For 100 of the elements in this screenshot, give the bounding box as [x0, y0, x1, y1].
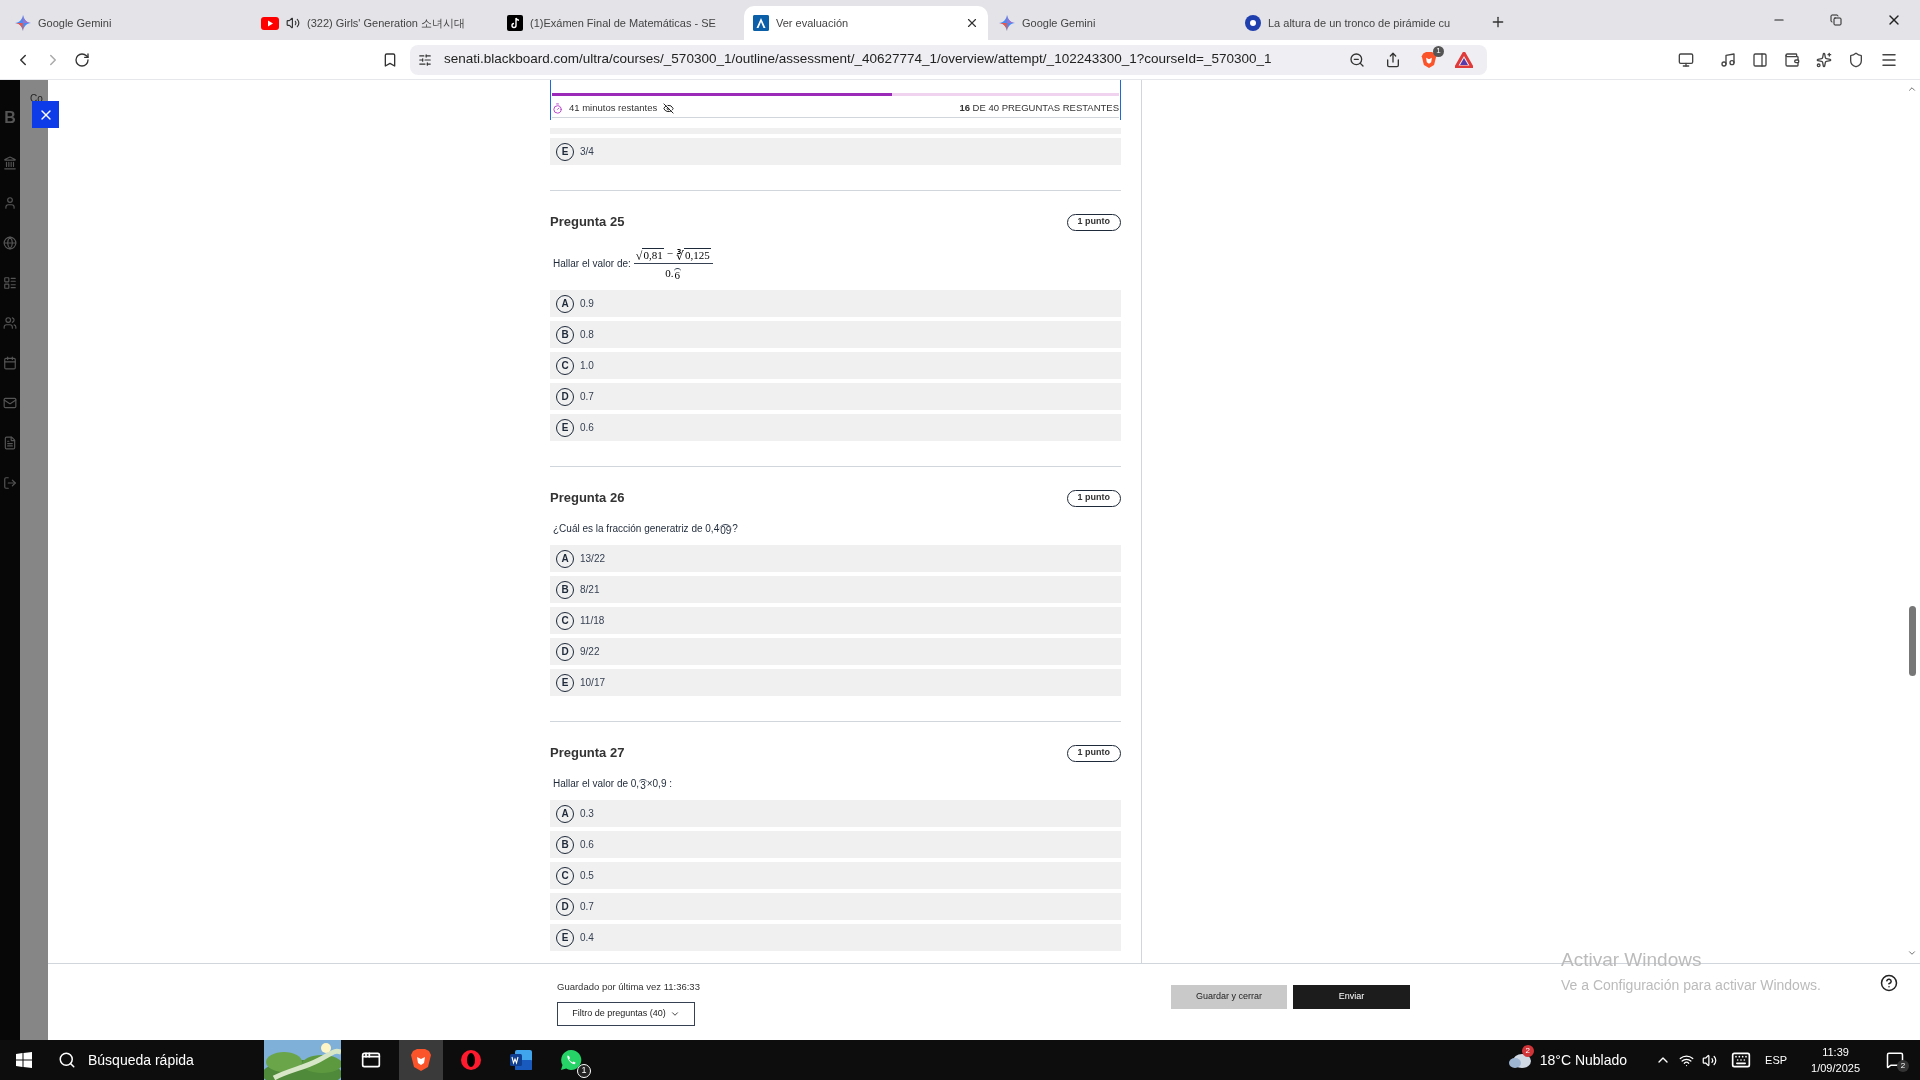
nav-icon[interactable]	[3, 156, 17, 170]
tab-title: Google Gemini	[1022, 15, 1097, 31]
weather-text[interactable]: 18°C Nublado	[1539, 1049, 1628, 1071]
answer-option[interactable]: E 0.4	[550, 924, 1121, 951]
option-text: 11/18	[580, 614, 605, 628]
tab-title: Google Gemini	[38, 15, 113, 31]
triangle-icon[interactable]	[1455, 51, 1473, 68]
bookmark-icon[interactable]	[382, 51, 398, 68]
answer-option[interactable]: B 0.6	[550, 831, 1121, 858]
option-text: 0.7	[580, 390, 594, 404]
tab-title: (322) Girls' Generation 소녀시대	[307, 15, 466, 31]
option-text: 0.7	[580, 900, 594, 914]
notifications-icon[interactable]	[1886, 1051, 1904, 1069]
language-indicator[interactable]: ESP	[1765, 1051, 1788, 1069]
search-field[interactable]: Búsqueda rápida	[52, 1040, 262, 1080]
chat-phone-icon	[560, 1049, 582, 1071]
browser-tab[interactable]: La altura de un tronco de pirámide cu	[1236, 6, 1480, 40]
save-and-close-button[interactable]: Guardar y cerrar	[1171, 985, 1287, 1009]
sidebar-icon[interactable]	[1752, 51, 1768, 68]
sparkle-icon	[999, 15, 1015, 31]
sparkles-icon[interactable]	[1816, 51, 1832, 68]
answer-option[interactable]: C 0.5	[550, 862, 1121, 889]
option-text: 0.8	[580, 328, 594, 342]
task-view-icon	[361, 1050, 381, 1070]
reload-icon[interactable]	[74, 51, 90, 68]
address-bar[interactable]: senati.blackboard.com/ultra/courses/_570300_1/outline/assessment/_40627774_1/overview/attempt/_102243300_1?courseId=_570300_1 1	[410, 44, 1487, 75]
nav-icon[interactable]	[3, 396, 17, 410]
lion-shield-icon[interactable]	[1421, 50, 1437, 69]
answer-option[interactable]: D 0.7	[550, 383, 1121, 410]
question-title: Pregunta 26	[550, 489, 625, 508]
nav-icon[interactable]	[3, 356, 17, 370]
answer-option[interactable]: C 1.0	[550, 352, 1121, 379]
browser-tab[interactable]: Google Gemini	[6, 6, 250, 40]
hide-icon[interactable]	[663, 103, 675, 114]
music-icon[interactable]	[1720, 51, 1736, 68]
network-icon[interactable]	[1679, 1052, 1695, 1068]
tab-title: Ver evaluación	[776, 15, 850, 31]
scroll-up-icon[interactable]	[1907, 84, 1917, 94]
scroll-down-icon[interactable]	[1907, 948, 1917, 958]
question-filter-dropdown[interactable]: Filtro de preguntas (40)	[557, 1002, 695, 1027]
screen-icon[interactable]	[1678, 51, 1694, 68]
scrollbar[interactable]	[1909, 606, 1916, 676]
answer-option[interactable]: B 0.8	[550, 321, 1121, 348]
answer-option[interactable]: E 0.6	[550, 414, 1121, 441]
browser-tab[interactable]: (322) Girls' Generation 소녀시대	[252, 6, 496, 40]
nav-icon[interactable]	[3, 276, 17, 290]
option-text: 13/22	[580, 552, 606, 566]
clock[interactable]: 11:39 1/09/2025	[1811, 1044, 1860, 1076]
nav-icon[interactable]	[3, 236, 17, 250]
speaker-icon[interactable]	[1702, 1052, 1718, 1068]
restore-icon[interactable]	[1830, 14, 1842, 26]
option-text: 8/21	[580, 583, 600, 597]
answer-option[interactable]: B 8/21	[550, 576, 1121, 603]
help-icon[interactable]	[1880, 974, 1898, 992]
keyboard-icon[interactable]	[1731, 1050, 1752, 1070]
answer-option[interactable]: E 3/4	[550, 138, 1121, 165]
tab-title: La altura de un tronco de pirámide cu	[1268, 15, 1452, 31]
questions-remaining: 16 DE 40 PREGUNTAS RESTANTES	[959, 101, 1119, 116]
answer-option[interactable]: A 13/22	[550, 545, 1121, 572]
answer-option[interactable]: D 9/22	[550, 638, 1121, 665]
logo-letter: B	[4, 108, 16, 128]
browser-tab[interactable]: Ver evaluación	[744, 6, 988, 40]
answer-option[interactable]: A 0.9	[550, 290, 1121, 317]
shields-badge: 1	[1433, 45, 1444, 57]
notification-badge: 1	[577, 1064, 591, 1078]
document-icon	[509, 1049, 533, 1071]
answer-option[interactable]: D 0.7	[550, 893, 1121, 920]
close-button[interactable]	[32, 101, 59, 128]
browser-tab[interactable]: Google Gemini	[990, 6, 1234, 40]
answer-option[interactable]: C 11/18	[550, 607, 1121, 634]
close-icon[interactable]	[965, 16, 979, 30]
sparkle-icon	[15, 15, 31, 31]
windows-logo-icon[interactable]	[16, 1052, 32, 1068]
site-settings-icon[interactable]	[418, 52, 432, 67]
share-icon[interactable]	[1385, 51, 1401, 68]
circle-icon	[1245, 15, 1261, 31]
taskbar-app[interactable]	[399, 1040, 443, 1080]
nav-icon[interactable]	[3, 436, 17, 450]
option-text: 0.9	[580, 297, 594, 311]
math-formula: √0,81 − ∛0,125 0.6	[633, 245, 713, 281]
option-text: 0.5	[580, 869, 594, 883]
shield-icon[interactable]	[1848, 51, 1864, 68]
submit-button[interactable]: Enviar	[1293, 985, 1410, 1009]
nav-icon[interactable]	[3, 476, 17, 490]
option-text: 10/17	[580, 676, 606, 690]
answer-option[interactable]: E 10/17	[550, 669, 1121, 696]
new-tab-icon[interactable]	[1490, 14, 1506, 30]
weather-badge: 2	[1521, 1045, 1534, 1057]
zoom-out-icon[interactable]	[1349, 51, 1365, 68]
answer-option[interactable]: A 0.3	[550, 800, 1121, 827]
option-text: 3/4	[580, 145, 594, 159]
play-icon	[261, 16, 279, 30]
cloud-icon[interactable]	[1507, 1051, 1532, 1069]
browser-tab[interactable]: (1)Exámen Final de Matemáticas - SE	[498, 6, 742, 40]
wallet-icon[interactable]	[1784, 51, 1800, 68]
nav-icon[interactable]	[3, 316, 17, 330]
option-text: 0.6	[580, 838, 594, 852]
question-text: Hallar el valor de 0,3×0,9 :	[553, 777, 673, 791]
ring-icon	[460, 1049, 482, 1071]
taskbar-app[interactable]: 1	[549, 1040, 593, 1080]
